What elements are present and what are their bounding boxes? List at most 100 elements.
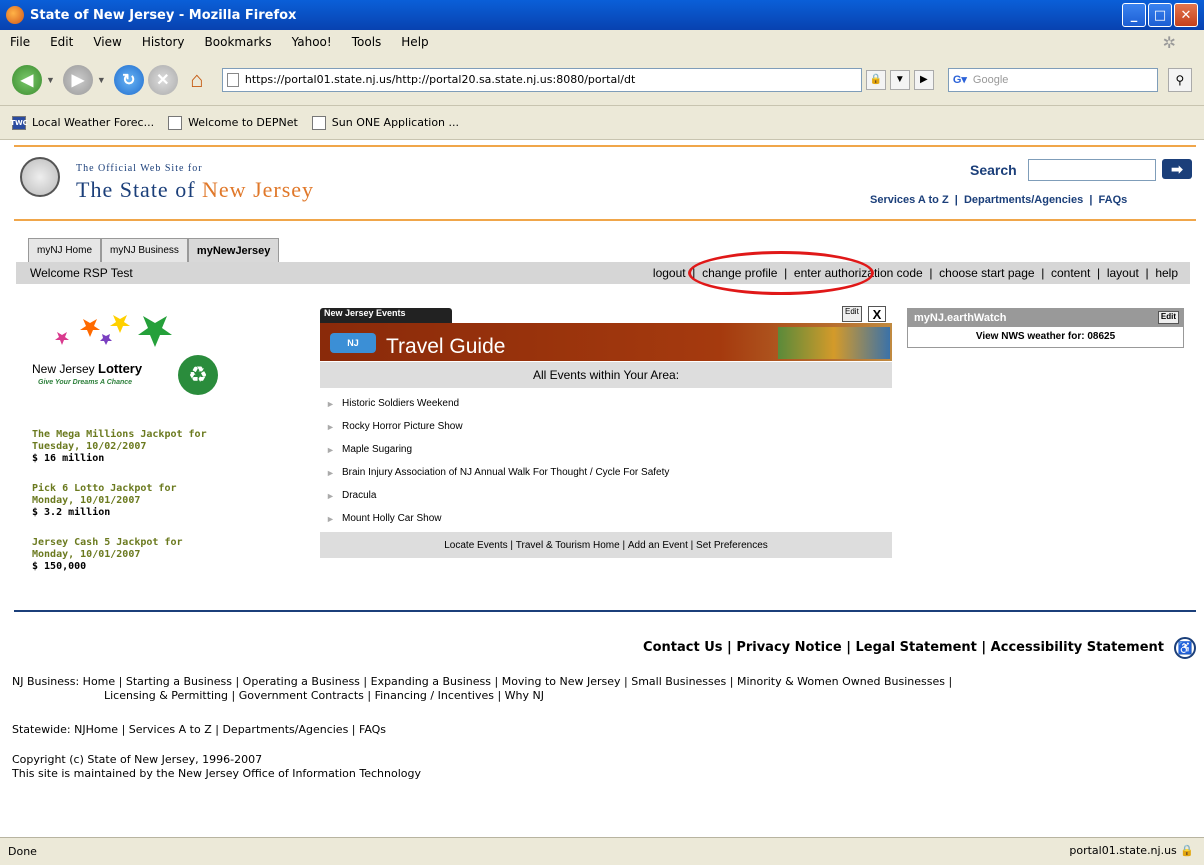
stop-icon[interactable]: ✕: [147, 64, 178, 95]
nws-weather-link[interactable]: View NWS weather for: 08625: [976, 331, 1115, 342]
forward-icon[interactable]: ▶: [62, 64, 93, 95]
welcome-text: Welcome RSP Test: [30, 266, 133, 280]
reload-icon[interactable]: ↻: [113, 64, 144, 95]
google-icon[interactable]: G▾: [953, 73, 967, 86]
events-portlet-title: New Jersey Events: [320, 308, 452, 324]
link-services-a-to-z[interactable]: Services A to Z: [870, 194, 949, 206]
state-seal-icon[interactable]: [20, 157, 60, 197]
link-contact-us[interactable]: Contact Us: [643, 640, 722, 655]
link-travel-tourism-home[interactable]: Travel & Tourism Home: [516, 540, 620, 551]
status-host-text: portal01.state.nj.us: [1069, 844, 1177, 857]
jackpot-date: Monday, 10/01/2007: [32, 495, 141, 506]
menu-tools[interactable]: Tools: [352, 35, 382, 49]
search-go-icon[interactable]: ➡: [1162, 159, 1192, 179]
jackpot-amount: $ 3.2 million: [32, 507, 111, 518]
weather-channel-icon: TWC: [10, 115, 28, 130]
events-edit-button[interactable]: Edit: [842, 306, 862, 322]
list-item: ► Maple Sugaring: [326, 438, 886, 461]
arrow-icon: ►: [326, 398, 335, 409]
divider: [14, 610, 1196, 612]
business-links-line-2[interactable]: Licensing & Permitting | Government Cont…: [12, 689, 1192, 703]
link-locate-events[interactable]: Locate Events: [444, 540, 507, 551]
tab-label[interactable]: myNJ Home: [37, 245, 92, 256]
link-content[interactable]: content: [1051, 266, 1090, 280]
link-faqs[interactable]: FAQs: [1099, 194, 1128, 206]
bookmark-depnet[interactable]: Welcome to DEPNet: [168, 115, 298, 130]
menu-file[interactable]: File: [10, 35, 30, 49]
menu-bar: File Edit View History Bookmarks Yahoo! …: [0, 30, 1204, 54]
list-item: ► Rocky Horror Picture Show: [326, 415, 886, 438]
link-layout[interactable]: layout: [1107, 266, 1139, 280]
status-text: Done: [8, 845, 37, 858]
home-icon[interactable]: ⌂: [182, 65, 212, 95]
menu-yahoo[interactable]: Yahoo!: [292, 35, 332, 49]
maximize-button[interactable]: □: [1148, 3, 1172, 27]
list-item: ► Brain Injury Association of NJ Annual W…: [326, 461, 886, 484]
tab-label[interactable]: myNJ Business: [110, 245, 179, 256]
link-logout[interactable]: logout: [653, 266, 686, 280]
travel-guide-banner[interactable]: NJ Travel Guide: [320, 323, 892, 361]
url-dropdown-icon[interactable]: ▼: [889, 69, 910, 90]
bookmark-label: Welcome to DEPNet: [188, 116, 298, 129]
lottery-name[interactable]: New Jersey Lottery: [32, 361, 142, 376]
link-legal-statement[interactable]: Legal Statement: [855, 640, 976, 655]
lottery-stars-icon: [55, 315, 172, 347]
status-bar: Done portal01.state.nj.us 🔒: [0, 837, 1204, 865]
tab-mynj-business[interactable]: myNJ Business: [101, 238, 188, 262]
navigation-toolbar: ◀ ▼ ▶ ▼ ↻ ✕ ⌂ https://portal01.state.nj.…: [0, 54, 1204, 106]
events-close-button[interactable]: X: [868, 306, 886, 322]
menu-help[interactable]: Help: [401, 35, 428, 49]
event-link[interactable]: Rocky Horror Picture Show: [342, 421, 463, 432]
site-search-input[interactable]: [1028, 159, 1156, 181]
lock-icon[interactable]: 🔒: [1180, 844, 1194, 857]
link-privacy-notice[interactable]: Privacy Notice: [736, 640, 841, 655]
menu-edit[interactable]: Edit: [50, 35, 73, 49]
minimize-button[interactable]: _: [1122, 3, 1146, 27]
link-add-event[interactable]: Add an Event: [628, 540, 688, 551]
page-icon: [311, 115, 326, 130]
event-link[interactable]: Historic Soldiers Weekend: [342, 398, 459, 409]
travel-logo-icon: NJ: [330, 333, 376, 353]
lottery-tagline: Give Your Dreams A Chance: [38, 379, 133, 386]
earthwatch-edit-button[interactable]: Edit: [1157, 311, 1179, 324]
bookmarks-toolbar: TWC Local Weather Forec... Welcome to DEP…: [0, 106, 1204, 140]
list-item: ► Mount Holly Car Show: [326, 507, 886, 530]
jackpot-label: Jersey Cash 5 Jackpot for: [32, 537, 183, 548]
back-icon[interactable]: ◀: [12, 64, 42, 95]
url-bar[interactable]: https://portal01.state.nj.us/http://port…: [221, 67, 862, 92]
accessibility-icon[interactable]: ♿: [1174, 637, 1196, 659]
arrow-icon: ►: [326, 513, 335, 524]
footer-statewide-links[interactable]: Statewide: NJHome | Services A to Z | De…: [12, 723, 386, 736]
travel-guide-title: Travel Guide: [386, 335, 506, 358]
search-icon[interactable]: ⚲: [1167, 67, 1192, 92]
logo-subtitle: The Official Web Site for: [76, 163, 203, 174]
link-departments[interactable]: Departments/Agencies: [964, 194, 1083, 206]
event-link[interactable]: Dracula: [342, 490, 376, 501]
business-links-line-1[interactable]: NJ Business: Home | Starting a Business …: [12, 675, 1192, 689]
menu-bookmarks[interactable]: Bookmarks: [205, 35, 272, 49]
event-link[interactable]: Maple Sugaring: [342, 444, 412, 455]
go-icon[interactable]: ▶: [913, 69, 934, 90]
arrow-icon: ►: [326, 421, 335, 432]
forward-dropdown-icon[interactable]: ▼: [97, 75, 106, 85]
menu-view[interactable]: View: [93, 35, 121, 49]
link-accessibility-statement[interactable]: Accessibility Statement: [991, 640, 1164, 655]
search-placeholder: Google: [972, 73, 1009, 86]
bookmark-weather[interactable]: TWC Local Weather Forec...: [10, 115, 154, 130]
link-set-preferences[interactable]: Set Preferences: [696, 540, 768, 551]
link-choose-start-page[interactable]: choose start page: [939, 266, 1034, 280]
tab-mynj-home[interactable]: myNJ Home: [28, 238, 102, 262]
search-engine-box[interactable]: G▾ Google: [947, 67, 1158, 92]
back-dropdown-icon[interactable]: ▼: [46, 75, 55, 85]
menu-history[interactable]: History: [142, 35, 185, 49]
close-button[interactable]: ✕: [1174, 3, 1198, 27]
bookmark-sunone[interactable]: Sun ONE Application ...: [311, 115, 459, 130]
site-logo[interactable]: The State of New Jersey: [76, 177, 314, 203]
list-item: ► Historic Soldiers Weekend: [326, 392, 886, 415]
event-link[interactable]: Mount Holly Car Show: [342, 513, 441, 524]
link-help[interactable]: help: [1155, 266, 1178, 280]
portal-tabs: myNJ Home myNJ Business myNewJersey: [28, 238, 280, 262]
tab-mynewjersey[interactable]: myNewJersey: [187, 238, 280, 262]
jackpot-label: Pick 6 Lotto Jackpot for: [32, 483, 177, 494]
event-link[interactable]: Brain Injury Association of NJ Annual Wa…: [342, 467, 669, 478]
